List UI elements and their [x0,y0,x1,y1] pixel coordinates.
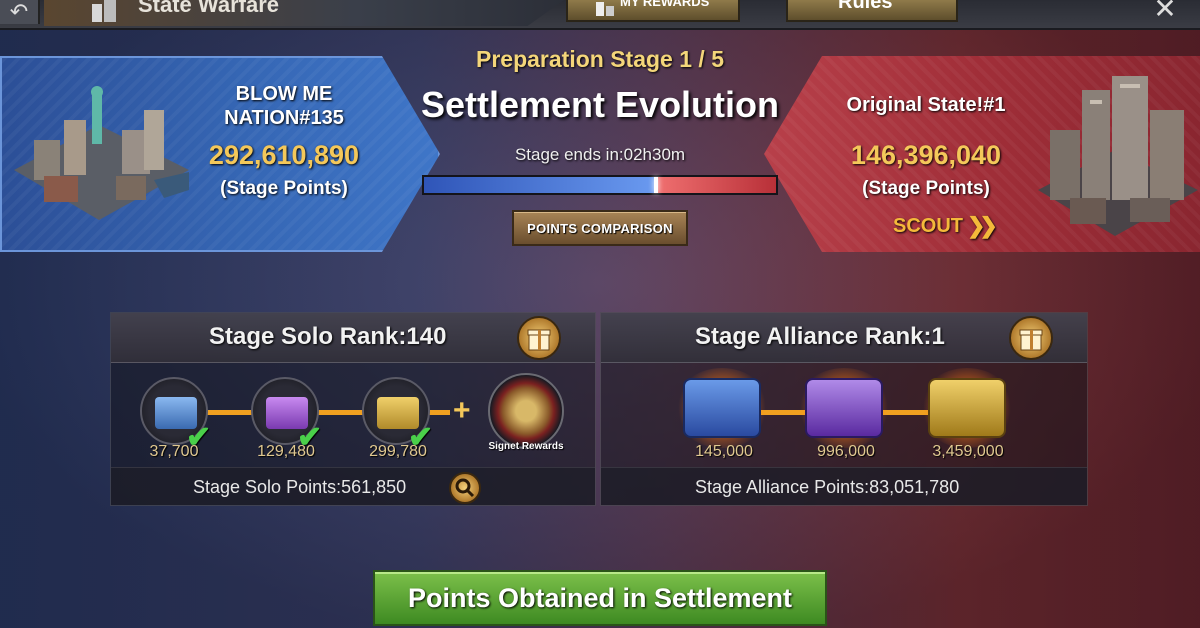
red-team-points-label: (Stage Points) [862,178,990,199]
points-comparison-button[interactable]: POINTS COMPARISON [512,210,688,246]
alliance-rank-footer: Stage Alliance Points:83,051,780 [601,467,1087,505]
my-rewards-label: MY REWARDS [620,0,710,9]
stage-label: Preparation Stage 1 / 5 [476,46,724,72]
progress-blue-fill [424,177,657,193]
gift-icon[interactable] [1009,316,1053,360]
alliance-chest-2[interactable] [805,378,883,438]
alliance-rank-title: Stage Alliance Rank:1 [695,323,945,350]
scout-button[interactable]: SCOUT ❯❯ [893,213,998,239]
stage-timer: Stage ends in:02h30m [514,145,686,164]
gift-glyph [1019,329,1043,351]
red-city-image [1038,76,1198,236]
alliance-milestone-3: 3,459,000 [932,443,1004,460]
blue-team-name: BLOW ME NATION#135 [196,82,372,130]
blue-team-name-line2: NATION#135 [224,107,344,129]
solo-milestone-3: 299,780 [369,443,427,460]
blue-city-image [14,86,189,220]
solo-points-text: Stage Solo Points:561,850 [193,477,407,497]
rules-label: Rules [838,0,893,13]
double-chevron-right-icon: ❯❯ [967,213,998,238]
alliance-rank-header: Stage Alliance Rank:1 [601,313,1087,363]
alliance-chest-3[interactable] [928,378,1006,438]
my-rewards-button[interactable]: MY REWARDS [566,0,740,22]
signet-rewards-icon[interactable] [488,373,564,449]
back-button[interactable]: ↶ [0,0,40,24]
title-tab [44,0,564,26]
scout-label: SCOUT [893,214,963,237]
state-warfare-icon [92,0,116,22]
progress-marker [654,177,659,193]
blue-team-points: 292,610,890 [208,140,360,170]
alliance-milestone-2: 996,000 [817,443,875,460]
progress-red-fill [656,177,776,193]
alliance-chest-1[interactable] [683,378,761,438]
top-bar: ↶ State Warfare MY REWARDS Rules ✕ [0,0,1200,30]
back-arrow-icon: ↶ [9,0,29,24]
red-team-points: 146,396,040 [850,140,1002,170]
solo-milestone-2: 129,480 [257,443,315,460]
blue-team-points-label: (Stage Points) [220,178,348,199]
plus-icon: + [453,394,471,427]
magnifier-glyph [455,478,475,498]
points-obtained-in-settlement-button[interactable]: Points Obtained in Settlement [373,570,827,626]
gift-glyph [527,329,551,351]
points-progress-bar [422,175,778,195]
rules-button[interactable]: Rules [786,0,958,22]
close-icon: ✕ [1153,0,1177,24]
alliance-milestone-1: 145,000 [695,443,753,460]
stage-title: Settlement Evolution [420,84,780,125]
blue-team-name-line1: BLOW ME [235,83,333,105]
solo-rank-title: Stage Solo Rank:140 [209,323,447,350]
magnifier-icon[interactable] [449,472,481,504]
rewards-icon [596,2,614,16]
close-button[interactable]: ✕ [1140,0,1190,24]
page-title: State Warfare [138,0,280,17]
alliance-points-text: Stage Alliance Points:83,051,780 [695,477,960,497]
signet-rewards-label: Signet Rewards [488,441,564,452]
solo-rank-header: Stage Solo Rank:140 [111,313,595,363]
gift-icon[interactable] [517,316,561,360]
solo-milestone-1: 37,700 [149,443,199,460]
solo-rank-footer: Stage Solo Points:561,850 [111,467,595,505]
red-team-name: Original State!#1 [846,94,1006,116]
